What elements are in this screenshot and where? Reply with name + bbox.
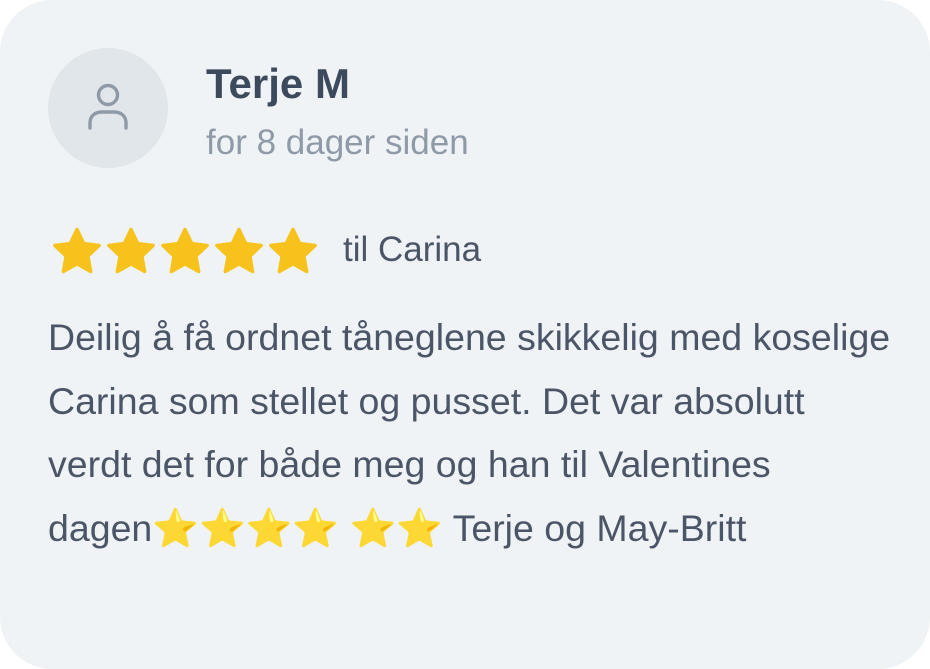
avatar — [48, 48, 168, 168]
review-recipient: til Carina — [343, 230, 482, 269]
star-icon — [215, 227, 263, 274]
review-card: Terje M for 8 dager siden til Carina Dei… — [0, 0, 930, 669]
star-rating — [50, 226, 320, 278]
review-text: Deilig å få ordnet tåneglene skikkelig m… — [48, 316, 891, 549]
star-icon — [161, 227, 209, 274]
star-icon — [107, 227, 155, 274]
star-icon — [269, 227, 317, 274]
reviewer-name: Terje M — [206, 60, 350, 107]
user-icon — [88, 83, 128, 130]
star-icon — [53, 227, 101, 274]
review-timestamp: for 8 dager siden — [206, 123, 469, 162]
